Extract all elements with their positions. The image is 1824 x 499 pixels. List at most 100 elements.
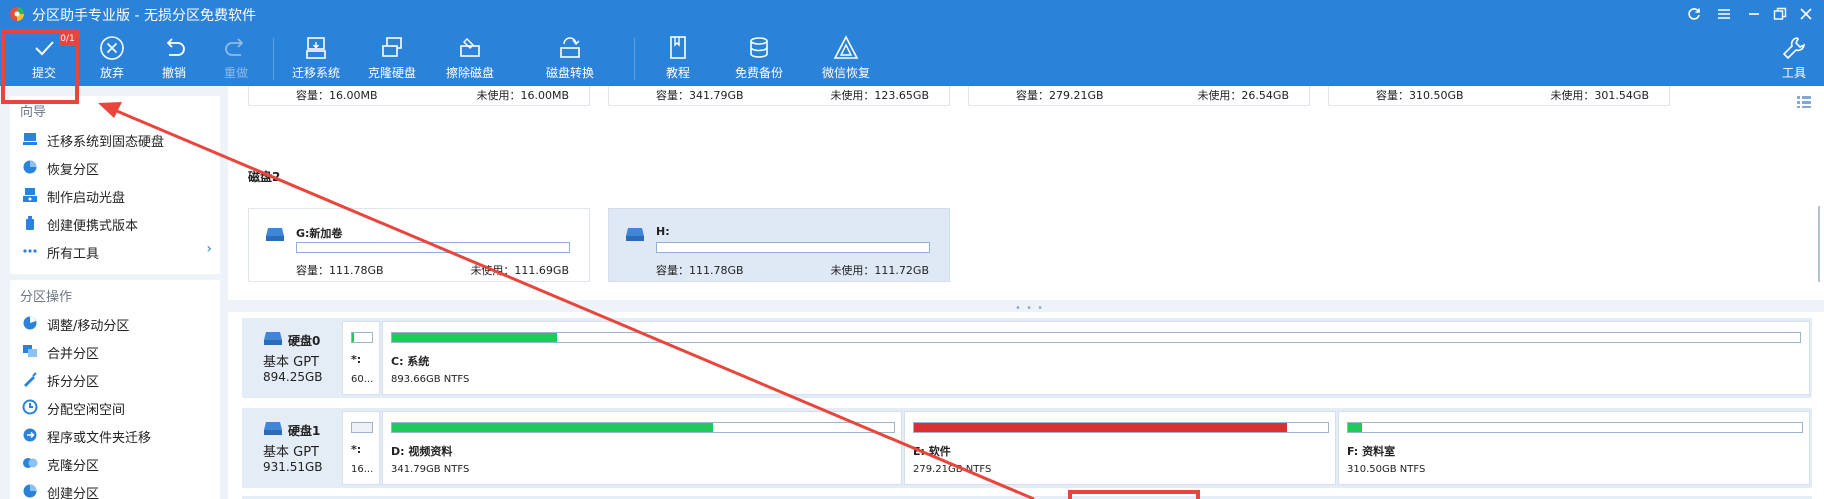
sidebar-item-merge[interactable]: 合并分区 — [10, 338, 220, 364]
partition-block[interactable]: *: 16... — [342, 411, 380, 485]
volume-list-view: 容量：16.00MB 未使用：16.00MB 容量：341.79GB 未使用：1… — [228, 86, 1824, 300]
partition-desc: 341.79GB NTFS — [391, 464, 470, 475]
partition-block[interactable]: D: 视频资料 341.79GB NTFS — [382, 411, 902, 485]
undo-button[interactable]: 撤销 — [142, 34, 206, 84]
usage-bar — [391, 422, 895, 433]
volume-capacity: 容量：279.21GB — [1016, 89, 1104, 102]
disk-info[interactable]: 硬盘1 基本 GPT 931.51GB — [242, 408, 342, 488]
sidebar-item-resize-move[interactable]: 调整/移动分区 — [10, 310, 220, 336]
usage-fill — [914, 423, 1287, 432]
wipe-disk-button[interactable]: 擦除磁盘 — [438, 34, 502, 84]
partition-name: *: — [351, 443, 362, 456]
free-backup-button[interactable]: 免费备份 — [727, 34, 791, 84]
migrate-os-button[interactable]: 迁移系统 — [284, 34, 348, 84]
hard-disk-icon — [264, 332, 282, 345]
sidebar-item-all-tools[interactable]: 所有工具 › — [10, 238, 220, 264]
sidebar-item-label: 创建分区 — [47, 487, 100, 499]
drive-icon — [266, 228, 284, 241]
chevron-right-icon: › — [206, 241, 212, 257]
toolbar-separator — [634, 38, 635, 80]
tools-button[interactable]: 工具 — [1764, 34, 1824, 84]
volume-free: 未使用：111.69GB — [470, 264, 569, 277]
sidebar-item-app-mover[interactable]: 程序或文件夹迁移 — [10, 422, 220, 448]
volume-tile[interactable]: 容量：16.00MB 未使用：16.00MB — [248, 86, 590, 106]
volume-free: 未使用：301.54GB — [1550, 89, 1649, 102]
partition-block[interactable]: F: 资料室 310.50GB NTFS — [1338, 411, 1810, 485]
sidebar-item-migrate-ssd[interactable]: 迁移系统到固态硬盘 — [10, 126, 220, 152]
volume-tile[interactable]: 容量：341.79GB 未使用：123.65GB — [608, 86, 950, 106]
disk-row-0: 硬盘0 基本 GPT 894.25GB *: 60... C: 系统 893.6… — [242, 318, 1812, 398]
volume-tile[interactable]: 容量：310.50GB 未使用：301.54GB — [1328, 86, 1670, 106]
partition-block[interactable]: E: 软件 279.21GB NTFS — [904, 411, 1336, 485]
restore-button[interactable] — [1766, 4, 1794, 24]
discard-label: 放弃 — [99, 66, 124, 80]
book-icon — [670, 36, 686, 59]
vertical-scrollbar[interactable] — [1818, 206, 1820, 282]
convert-disk-icon — [560, 37, 580, 58]
volume-capacity: 容量：111.78GB — [296, 264, 384, 277]
wipe-disk-label: 擦除磁盘 — [445, 66, 494, 80]
partition-block[interactable]: C: 系统 893.66GB NTFS — [382, 321, 1810, 395]
minimize-button[interactable] — [1740, 4, 1768, 24]
title-toolbar-bar: 分区助手专业版 - 无损分区免费软件 提交 0/1 放弃 撤销 重做 迁移系统 … — [0, 0, 1824, 86]
tutorial-button[interactable]: 教程 — [646, 34, 710, 84]
commit-label: 提交 — [31, 66, 56, 80]
tools-label: 工具 — [1781, 66, 1806, 80]
redo-button[interactable]: 重做 — [204, 34, 268, 84]
volume-name: H: — [656, 225, 670, 238]
redo-icon — [225, 38, 244, 56]
minimize-icon — [1749, 13, 1759, 15]
disk-info[interactable]: 硬盘0 基本 GPT 894.25GB — [242, 318, 342, 398]
sidebar-item-split[interactable]: 拆分分区 — [10, 366, 220, 392]
usage-bar — [351, 422, 373, 433]
view-toggle-icon[interactable] — [1796, 94, 1812, 110]
migrate-os-label: 迁移系统 — [291, 66, 340, 80]
refresh-button[interactable] — [1680, 4, 1708, 24]
sidebar-item-allocate-free-space[interactable]: 分配空闲空间 — [10, 394, 220, 420]
partition-operations-panel: 分区操作 调整/移动分区 合并分区 拆分分区 分配空闲空间 程序或文件夹迁移 克… — [10, 280, 220, 499]
disk-size: 931.51GB — [263, 460, 323, 474]
volume-tile-h[interactable]: H: 容量：111.78GB 未使用：111.72GB — [608, 208, 950, 282]
app-logo-icon — [10, 7, 24, 21]
volume-capacity: 容量：341.79GB — [656, 89, 744, 102]
volume-free: 未使用：123.65GB — [830, 89, 929, 102]
usage-fill — [352, 333, 354, 342]
usage-bar — [913, 422, 1329, 433]
partition-desc: 16... — [351, 464, 374, 475]
disk-convert-button[interactable]: 磁盘转换 — [538, 34, 602, 84]
partition-desc: 893.66GB NTFS — [391, 374, 470, 385]
sidebar-item-label: 恢复分区 — [47, 163, 100, 178]
sidebar-item-clone-partition[interactable]: 克隆分区 — [10, 450, 220, 476]
volume-tile-g[interactable]: G:新加卷 容量：111.78GB 未使用：111.69GB — [248, 208, 590, 282]
cancel-circle-icon — [100, 36, 124, 60]
menu-button[interactable] — [1710, 4, 1738, 24]
disk-row-1: 硬盘1 基本 GPT 931.51GB *: 16... D: 视频资料 341… — [242, 408, 1812, 488]
sidebar-item-recover-partition[interactable]: 恢复分区 — [10, 154, 220, 180]
sidebar-item-bootable-media[interactable]: 制作启动光盘 — [10, 182, 220, 208]
sidebar-item-label: 迁移系统到固态硬盘 — [47, 135, 165, 150]
wechat-recovery-button[interactable]: 微信恢复 — [814, 34, 878, 84]
usage-bar — [296, 242, 570, 253]
undo-icon — [166, 38, 185, 56]
sidebar-item-label: 所有工具 — [47, 247, 100, 262]
usage-bar — [351, 332, 373, 343]
disk-type: 基本 GPT — [263, 445, 319, 460]
disk-size: 894.25GB — [263, 370, 323, 384]
volume-capacity: 容量：111.78GB — [656, 264, 744, 277]
partition-name: E: 软件 — [913, 445, 951, 458]
disk-group-label: 磁盘2 — [248, 170, 281, 184]
volume-tile[interactable]: 容量：279.21GB 未使用：26.54GB — [968, 86, 1310, 106]
pending-operations-badge: 0/1 — [59, 32, 76, 46]
clone-disk-label: 克隆硬盘 — [367, 66, 416, 80]
disk-convert-label: 磁盘转换 — [545, 66, 594, 80]
pie-recover-icon — [23, 160, 37, 174]
clone-disk-button[interactable]: 克隆硬盘 — [360, 34, 424, 84]
sidebar-item-portable-version[interactable]: 创建便携式版本 — [10, 210, 220, 236]
sidebar-item-create-partition[interactable]: 创建分区 — [10, 478, 220, 499]
toolbar-separator — [273, 38, 274, 80]
restore-icon — [1773, 7, 1787, 20]
partition-block[interactable]: *: 60... — [342, 321, 380, 395]
close-button[interactable] — [1792, 4, 1820, 24]
discard-button[interactable]: 放弃 — [80, 34, 144, 84]
sidebar-item-label: 拆分分区 — [47, 375, 100, 390]
